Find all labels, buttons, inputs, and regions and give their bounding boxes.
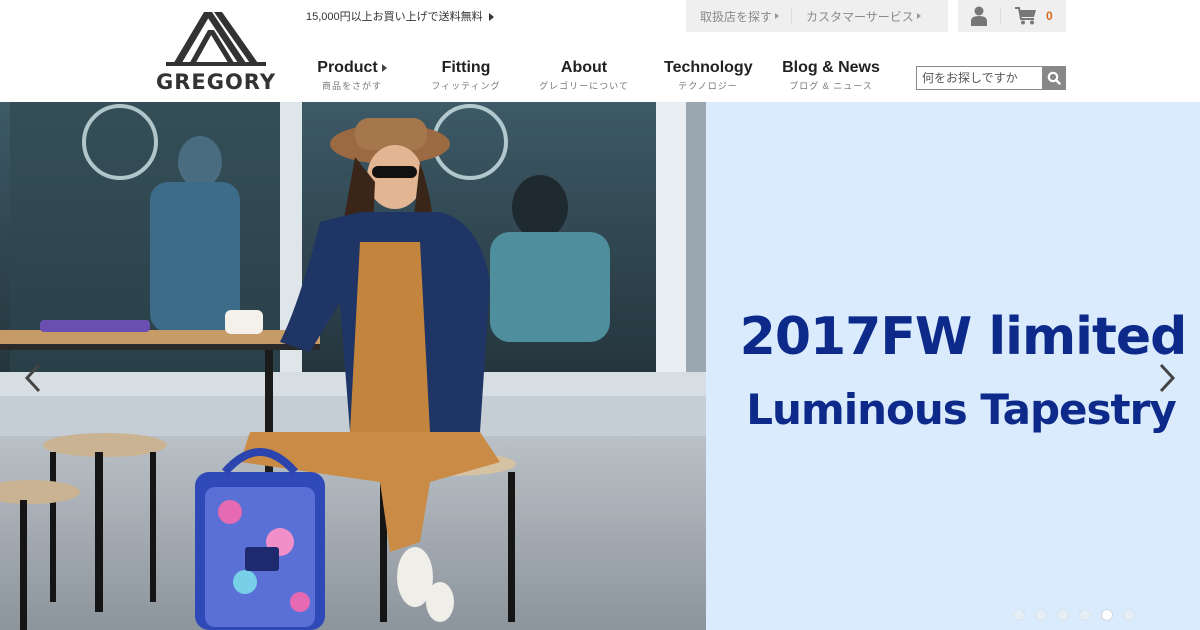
carousel-dot-3[interactable] [1057,609,1069,621]
customer-service-label: カスタマーサービス [806,9,914,24]
carousel-dots [1013,609,1135,621]
cafe-scene-image [0,102,706,630]
carousel-dot-1[interactable] [1013,609,1025,621]
mountain-logo-icon [166,12,266,66]
logo-text: GREGORY [155,70,277,94]
chevron-left-icon [24,363,41,393]
search-icon [1047,71,1061,85]
nav-item-fitting[interactable]: Fitting フィッティング [428,58,504,92]
carousel-next-button[interactable] [1152,358,1182,398]
nav-label: Product [317,59,378,76]
nav-sublabel: 商品をさがす [321,81,382,91]
nav-sublabel: ブログ & ニュース [789,81,873,91]
nav-item-product[interactable]: Product 商品をさがす [317,58,387,92]
site-header: GREGORY 15,000円以上お買い上げで送料無料 取扱店を探す カスタマー… [0,0,1200,102]
nav-label: Technology [664,59,753,76]
nav-sublabel: グレゴリーについて [539,81,629,91]
nav-sublabel: テクノロジー [678,81,738,91]
store-locator-link[interactable]: 取扱店を探す [686,8,791,25]
search-input[interactable] [916,66,1042,90]
account-button[interactable] [958,0,1000,32]
account-cart-bar: 0 [958,0,1066,32]
nav-label: About [560,59,608,76]
hero-photo [0,102,706,630]
free-shipping-link[interactable]: 15,000円以上お買い上げで送料無料 [306,8,494,24]
hero-carousel: 2017FW limited Luminous Tapestry [0,102,1200,630]
cart-icon [1015,7,1036,25]
caret-right-icon [381,64,387,72]
banner-subtitle: Luminous Tapestry [746,385,1176,434]
search-form [916,66,1066,90]
chevron-right-icon [1159,363,1176,393]
promo-banner[interactable]: 2017FW limited Luminous Tapestry [706,102,1200,630]
nav-item-technology[interactable]: Technology テクノロジー [664,58,753,92]
cart-button[interactable]: 0 [1001,7,1053,25]
nav-sublabel: フィッティング [431,81,501,91]
carousel-dot-2[interactable] [1035,609,1047,621]
caret-right-icon [775,13,780,19]
carousel-dot-4[interactable] [1079,609,1091,621]
customer-service-link[interactable]: カスタマーサービス [792,8,933,25]
utility-links: 取扱店を探す カスタマーサービス [686,0,948,32]
carousel-dot-5[interactable] [1101,609,1113,621]
promo-text: 15,000円以上お買い上げで送料無料 [306,11,483,23]
carousel-dot-6[interactable] [1123,609,1135,621]
carousel-prev-button[interactable] [18,358,48,398]
store-locator-label: 取扱店を探す [700,9,773,24]
caret-right-icon [916,13,921,19]
cart-count: 0 [1046,9,1053,23]
nav-label: Blog & News [782,59,880,76]
nav-label: Fitting [441,59,491,76]
caret-right-icon [488,13,494,22]
gregory-logo[interactable]: GREGORY [150,8,282,94]
user-icon [971,6,987,26]
nav-item-about[interactable]: About グレゴリーについて [536,58,632,92]
search-button[interactable] [1042,66,1066,90]
nav-item-blog-news[interactable]: Blog & News ブログ & ニュース [782,58,880,92]
banner-title: 2017FW limited [739,307,1188,367]
